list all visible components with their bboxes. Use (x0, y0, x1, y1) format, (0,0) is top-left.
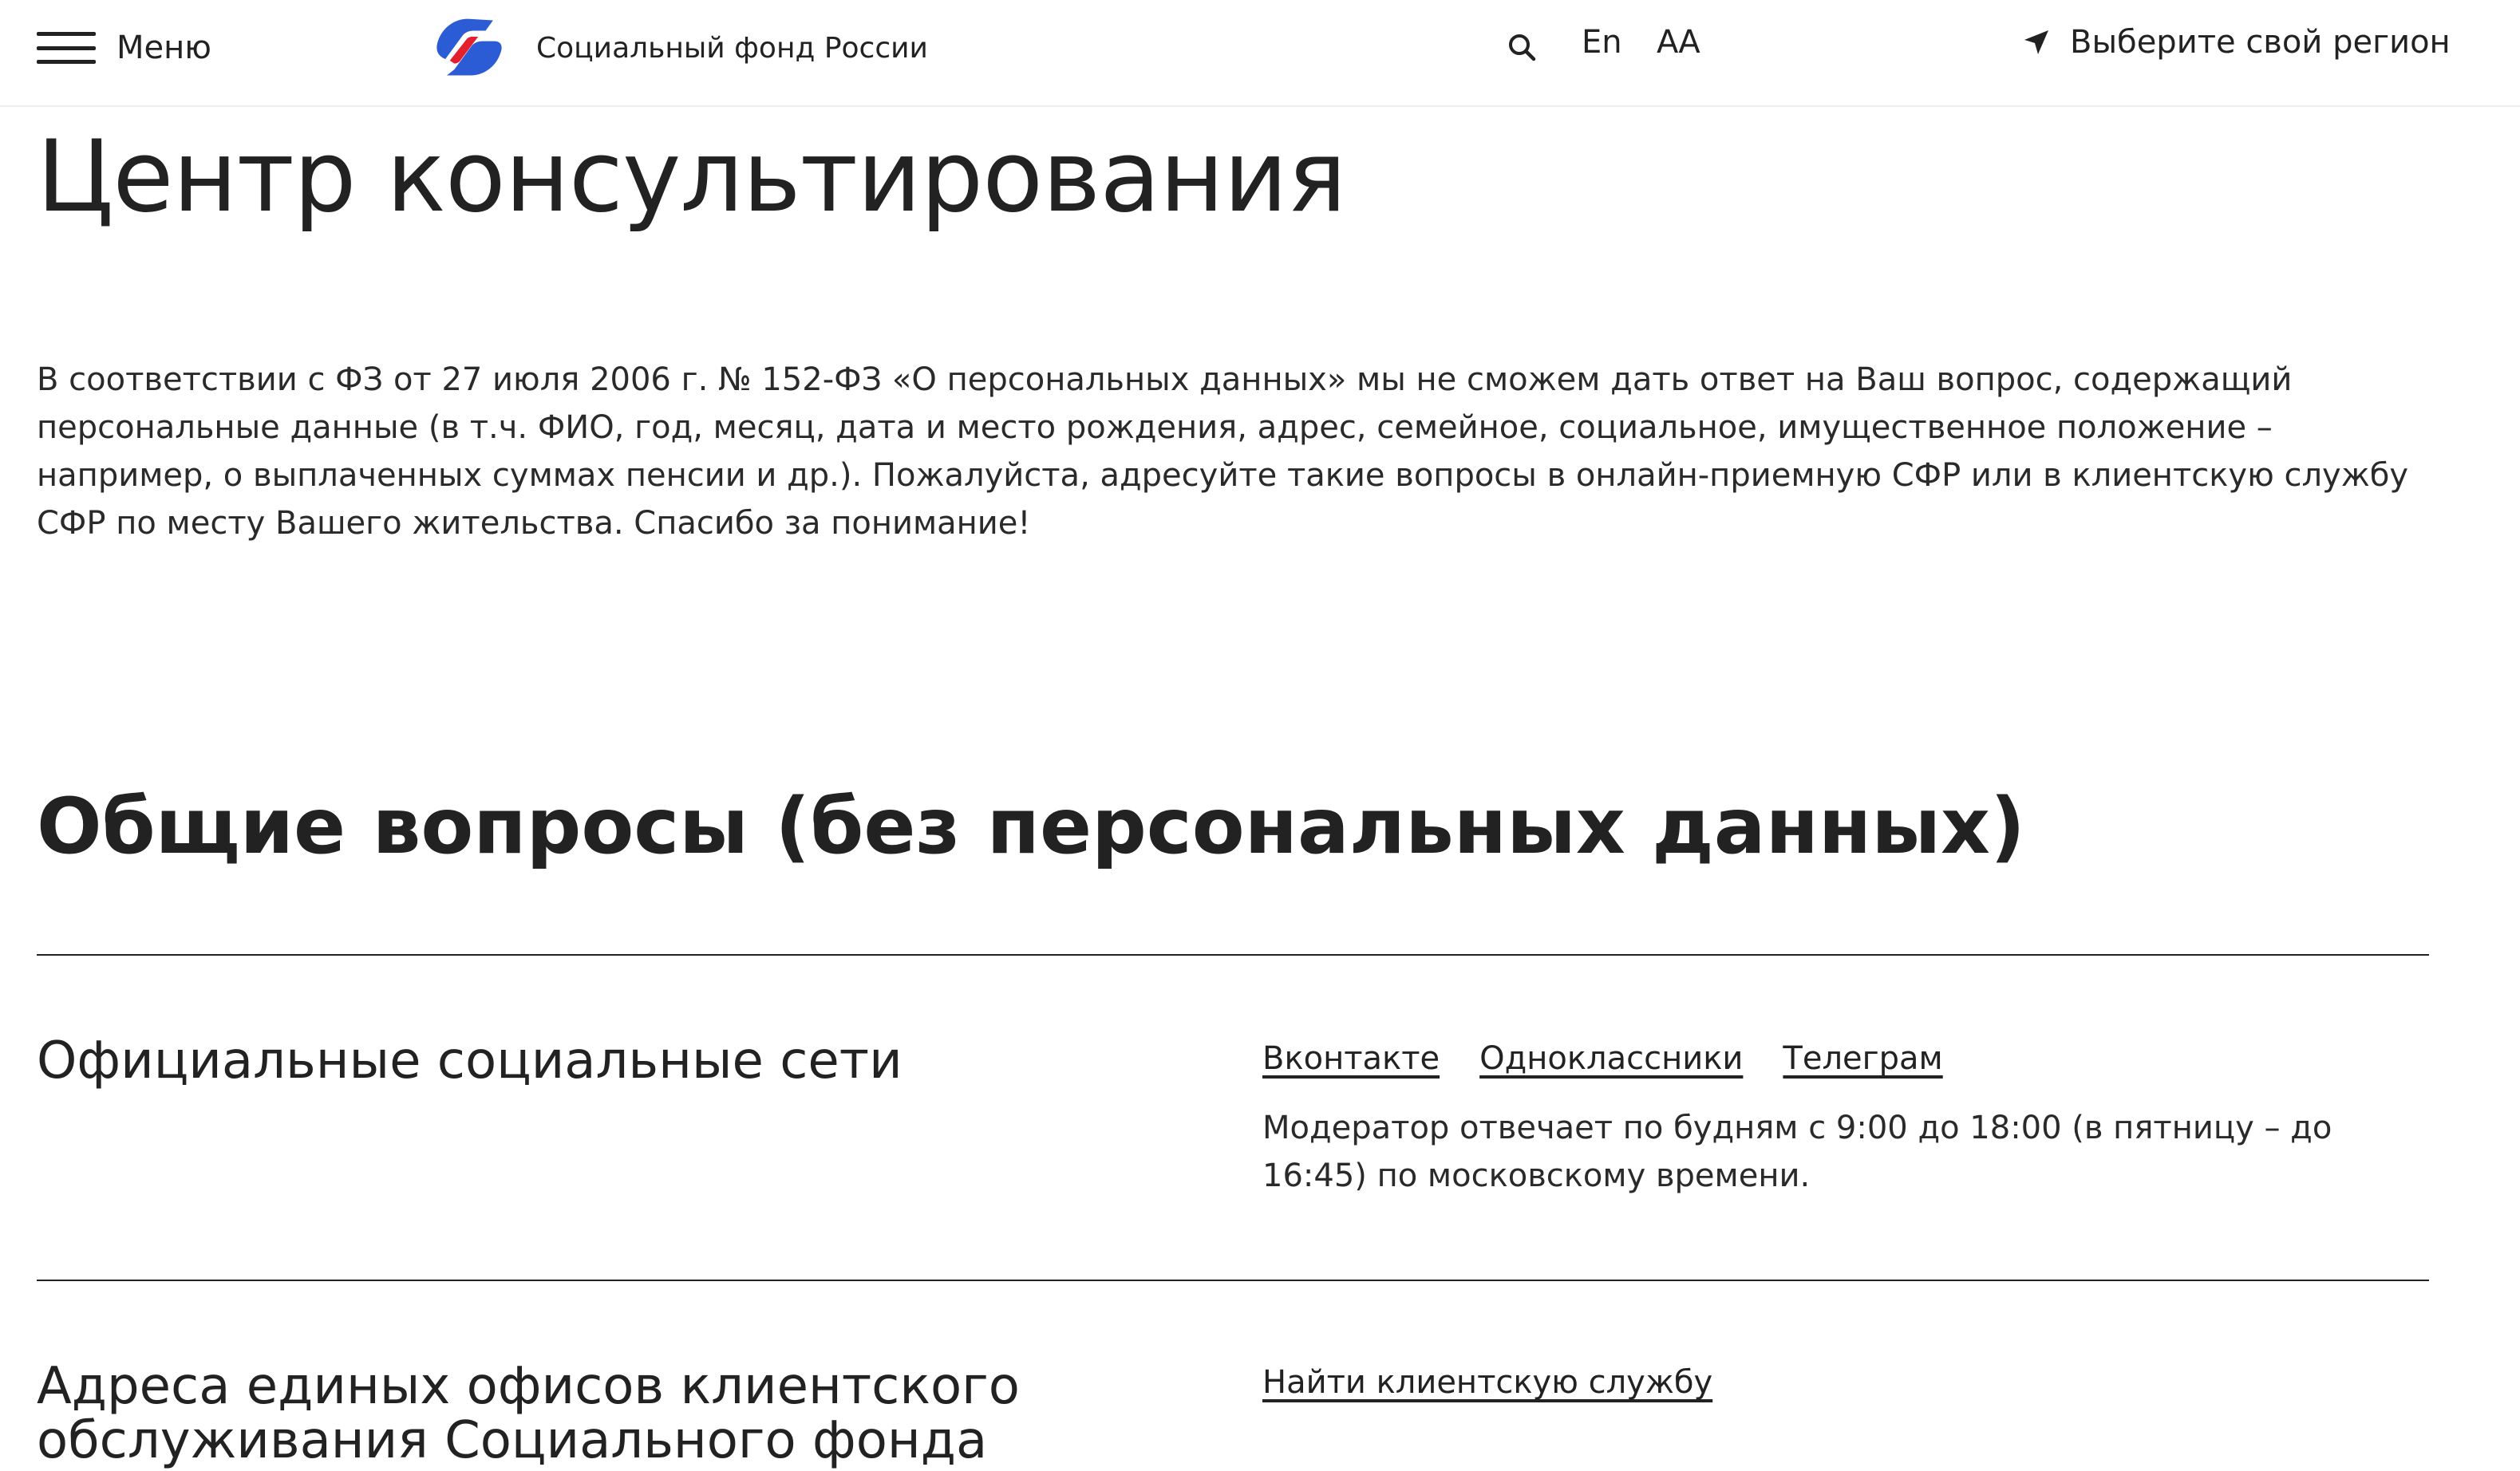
site-header: Меню Социальный фонд России En АА Выбери… (0, 0, 2520, 107)
odnoklassniki-link[interactable]: Одноклассники (1479, 1040, 1743, 1077)
region-label: Выберите свой регион (2070, 24, 2451, 61)
brand-name: Социальный фонд России (536, 31, 928, 65)
offices-title: Адреса единых офисов клиентского обслужи… (37, 1357, 1020, 1470)
sfr-logo-icon (436, 18, 502, 76)
search-button[interactable] (1507, 32, 1538, 64)
moderator-hours-text: Модератор отвечает по будням с 9:00 до 1… (1262, 1110, 2332, 1194)
brand-home-link[interactable]: Социальный фонд России (431, 14, 928, 81)
search-icon (1509, 34, 1536, 61)
language-switch[interactable]: En (1582, 24, 1622, 61)
menu-button[interactable]: Меню (37, 24, 211, 72)
font-size-toggle[interactable]: АА (1657, 24, 1700, 61)
vkontakte-link[interactable]: Вконтакте (1262, 1040, 1440, 1077)
personal-data-notice: В соответствии с ФЗ от 27 июля 2006 г. №… (37, 361, 2409, 542)
divider (37, 954, 2429, 956)
section-title: Общие вопросы (без персональных данных) (37, 782, 2025, 871)
menu-label: Меню (117, 30, 211, 66)
region-selector[interactable]: Выберите свой регион (2022, 24, 2451, 61)
location-arrow-icon (2024, 30, 2048, 54)
social-links: Вконтакте Одноклассники Телеграм (1262, 1040, 1943, 1077)
hamburger-icon (37, 32, 96, 64)
find-client-service-link[interactable]: Найти клиентскую службу (1262, 1364, 1712, 1401)
divider (37, 1280, 2429, 1281)
telegram-link[interactable]: Телеграм (1783, 1040, 1942, 1077)
social-networks-title: Официальные социальные сети (37, 1031, 903, 1090)
page-title: Центр консультирования (37, 120, 1346, 235)
